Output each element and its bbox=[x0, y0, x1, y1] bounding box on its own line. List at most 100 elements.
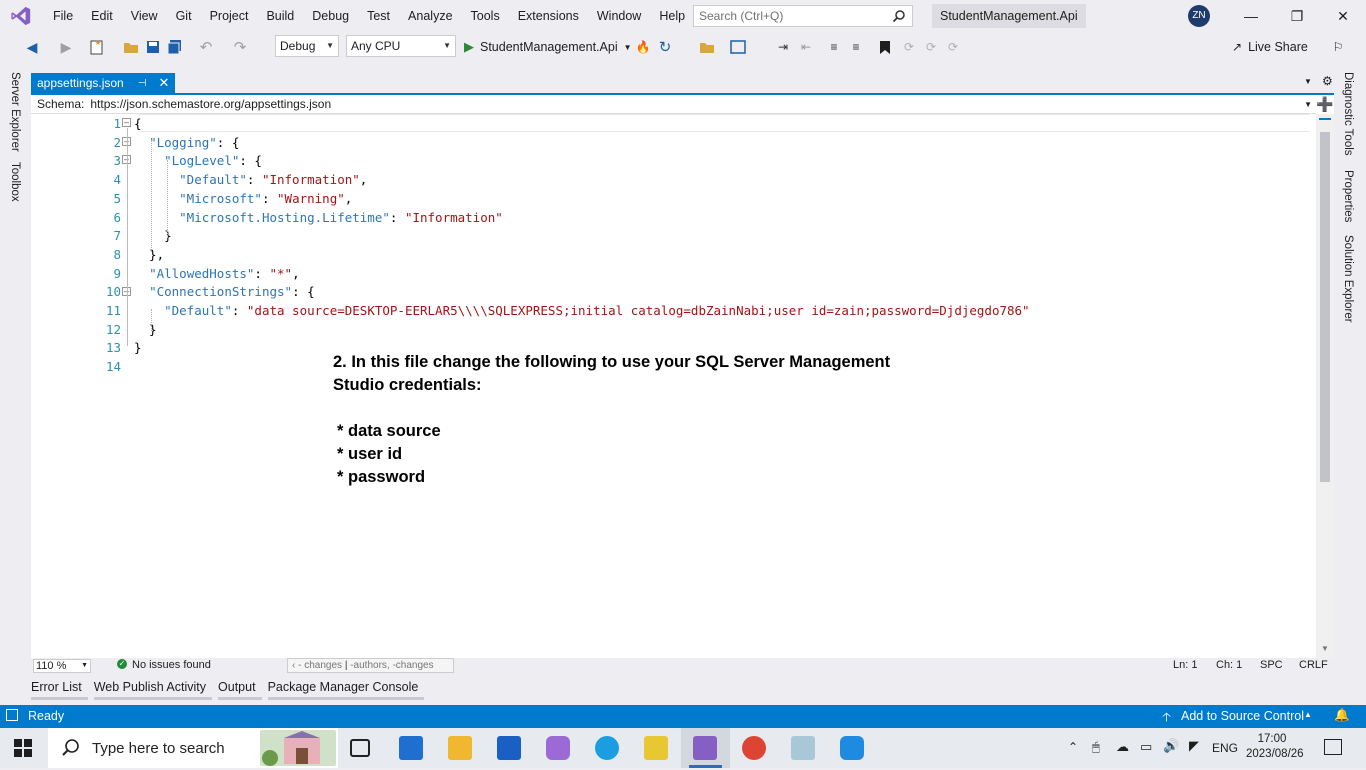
forward-icon[interactable]: ▶ bbox=[58, 38, 74, 56]
settings-gear-icon[interactable]: ⚙ bbox=[1322, 74, 1333, 88]
code-line[interactable]: { bbox=[134, 116, 142, 131]
tab-web-publish-activity[interactable]: Web Publish Activity bbox=[93, 678, 213, 700]
menu-item-extensions[interactable]: Extensions bbox=[509, 0, 588, 32]
visual-studio-logo-icon[interactable] bbox=[10, 5, 32, 27]
user-avatar[interactable]: ZN bbox=[1188, 5, 1210, 27]
open-folder-icon[interactable] bbox=[122, 38, 140, 56]
chevron-up-icon[interactable]: ⌃ bbox=[1068, 740, 1078, 754]
visual-studio-taskbar-icon[interactable] bbox=[693, 736, 717, 760]
git-changes-indicator[interactable]: ‹ - changes | -authors, -changes bbox=[287, 658, 454, 673]
bookmark-icon[interactable] bbox=[878, 38, 892, 56]
taskbar-search-box[interactable]: Type here to search bbox=[48, 728, 338, 768]
search-input[interactable]: Search (Ctrl+Q) bbox=[693, 5, 913, 27]
issues-status[interactable]: No issues found bbox=[132, 659, 211, 671]
code-line[interactable]: } bbox=[134, 340, 142, 355]
menu-item-tools[interactable]: Tools bbox=[462, 0, 509, 32]
save-icon[interactable] bbox=[145, 38, 161, 56]
microsoft-store-icon[interactable] bbox=[497, 736, 521, 760]
code-line[interactable]: } bbox=[134, 228, 172, 243]
add-to-source-control-button[interactable]: Add to Source Control bbox=[1181, 709, 1304, 723]
toolbox-tab[interactable]: Toolbox bbox=[9, 162, 21, 202]
menu-item-window[interactable]: Window bbox=[588, 0, 650, 32]
schema-bar[interactable]: Schema: https://json.schemastore.org/app… bbox=[31, 95, 1316, 114]
tab-output[interactable]: Output bbox=[218, 678, 262, 700]
copilot-app-icon[interactable] bbox=[546, 736, 570, 760]
line-indicator[interactable]: Ln: 1 bbox=[1173, 659, 1197, 671]
file-explorer-icon[interactable] bbox=[448, 736, 472, 760]
platform-select[interactable]: Any CPU ▼ bbox=[346, 35, 456, 57]
chevron-up-icon[interactable]: ▲ bbox=[1304, 710, 1312, 719]
menu-item-test[interactable]: Test bbox=[358, 0, 399, 32]
hot-reload-icon[interactable]: 🔥 bbox=[636, 38, 651, 56]
volume-icon[interactable]: 🔊 bbox=[1163, 738, 1179, 754]
code-line[interactable]: "Default": "data source=DESKTOP-EERLAR5\… bbox=[134, 303, 1029, 318]
close-window-button[interactable]: ✕ bbox=[1320, 0, 1366, 32]
task-view-icon[interactable] bbox=[350, 739, 370, 757]
clock[interactable]: 17:00 2023/08/26 bbox=[1246, 732, 1304, 762]
redo-icon[interactable]: ↷ bbox=[232, 38, 248, 56]
menu-item-view[interactable]: View bbox=[122, 0, 167, 32]
code-line[interactable]: }, bbox=[134, 247, 164, 262]
properties-tab[interactable]: Properties bbox=[1342, 170, 1354, 222]
diagnostic-tools-tab[interactable]: Diagnostic Tools bbox=[1342, 72, 1354, 156]
solution-explorer-tab[interactable]: Solution Explorer bbox=[1342, 235, 1354, 323]
new-project-icon[interactable] bbox=[88, 38, 106, 56]
edge-browser-icon[interactable] bbox=[595, 736, 619, 760]
code-line[interactable]: "Default": "Information", bbox=[134, 172, 367, 187]
battery-icon[interactable]: ▭ bbox=[1140, 739, 1152, 755]
menu-item-help[interactable]: Help bbox=[650, 0, 694, 32]
step-into-icon[interactable]: ⇤ bbox=[798, 38, 814, 56]
tab-package-manager-console[interactable]: Package Manager Console bbox=[267, 678, 425, 700]
notification-center-icon[interactable] bbox=[1324, 739, 1342, 755]
chrome-browser-icon[interactable] bbox=[742, 736, 766, 760]
wifi-icon[interactable]: ◤ bbox=[1189, 738, 1199, 754]
vertical-scrollbar[interactable]: ▼ bbox=[1316, 114, 1334, 658]
menu-item-edit[interactable]: Edit bbox=[82, 0, 122, 32]
document-tab[interactable]: appsettings.json ⊣ ✕ bbox=[31, 73, 176, 93]
save-all-icon[interactable] bbox=[167, 38, 183, 56]
code-line[interactable]: "Logging": { bbox=[134, 135, 239, 150]
notifications-bell-icon[interactable]: 🔔 bbox=[1334, 708, 1350, 723]
comment-icon[interactable]: ≡ bbox=[826, 38, 842, 56]
output-window-icon[interactable] bbox=[6, 709, 18, 721]
feedback-icon[interactable]: ⚐ bbox=[1330, 38, 1346, 56]
tab-list-dropdown-icon[interactable]: ▼ bbox=[1304, 77, 1312, 86]
start-debug-button[interactable]: ▶ StudentManagement.Api ▼ bbox=[464, 38, 632, 56]
close-tab-icon[interactable]: ✕ bbox=[158, 75, 169, 91]
server-explorer-tab[interactable]: Server Explorer bbox=[9, 72, 21, 152]
code-line[interactable]: "AllowedHosts": "*", bbox=[134, 266, 300, 281]
whitespace-indicator[interactable]: SPC bbox=[1260, 659, 1283, 671]
app-icon[interactable] bbox=[840, 736, 864, 760]
step-over-icon[interactable]: ⇥ bbox=[775, 38, 791, 56]
prev-bookmark-icon[interactable]: ⟳ bbox=[902, 38, 916, 56]
configuration-select[interactable]: Debug ▼ bbox=[275, 35, 339, 57]
split-view-icon[interactable]: ➕ bbox=[1316, 95, 1334, 114]
cloud-icon[interactable]: ☁ bbox=[1116, 739, 1129, 755]
code-line[interactable]: } bbox=[134, 322, 157, 337]
fold-collapse-icon[interactable]: – bbox=[122, 118, 131, 127]
restore-button[interactable]: ❐ bbox=[1274, 0, 1320, 32]
tab-error-list[interactable]: Error List bbox=[31, 678, 88, 700]
live-share-button[interactable]: ↗ Live Share bbox=[1232, 38, 1308, 56]
menu-item-git[interactable]: Git bbox=[167, 0, 201, 32]
code-editor[interactable]: 1 2 3 4 5 6 7 8 9 10 11 12 13 14 { "Logging": { "LogL… bbox=[31, 114, 1316, 658]
undo-icon[interactable]: ↶ bbox=[198, 38, 214, 56]
menu-item-build[interactable]: Build bbox=[257, 0, 303, 32]
zoom-select[interactable]: 110 % ▼ bbox=[33, 659, 91, 673]
code-line[interactable]: "LogLevel": { bbox=[134, 153, 262, 168]
pin-icon[interactable]: ⊣ bbox=[138, 78, 147, 89]
minimize-button[interactable]: — bbox=[1228, 0, 1274, 32]
menu-item-project[interactable]: Project bbox=[201, 0, 258, 32]
back-icon[interactable]: ◀ bbox=[24, 38, 40, 56]
menu-item-file[interactable]: File bbox=[44, 0, 82, 32]
scroll-down-icon[interactable]: ▼ bbox=[1321, 644, 1329, 653]
menu-item-analyze[interactable]: Analyze bbox=[399, 0, 461, 32]
mail-app-icon[interactable] bbox=[399, 736, 423, 760]
code-line[interactable]: "ConnectionStrings": { bbox=[134, 284, 315, 299]
browse-folder-icon[interactable] bbox=[698, 38, 716, 56]
uncomment-icon[interactable]: ≡ bbox=[848, 38, 864, 56]
refresh-icon[interactable]: ↻ bbox=[657, 38, 673, 56]
network-icon[interactable]: 🖱 bbox=[1092, 739, 1100, 755]
next-bookmark-icon[interactable]: ⟳ bbox=[924, 38, 938, 56]
line-ending-indicator[interactable]: CRLF bbox=[1299, 659, 1328, 671]
